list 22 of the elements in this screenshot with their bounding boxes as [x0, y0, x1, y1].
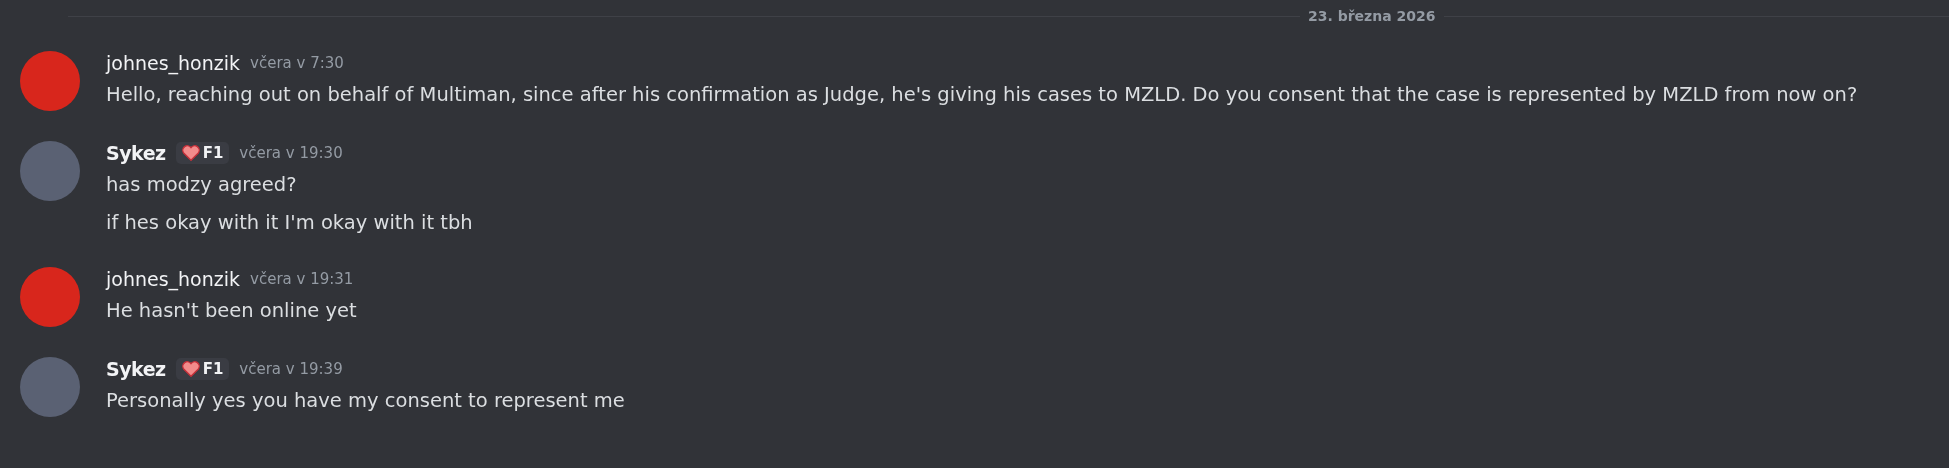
timestamp: včera v 7:30: [250, 54, 344, 72]
message-text: He hasn't been online yet: [106, 298, 358, 324]
guild-tag[interactable]: F1: [175, 142, 230, 164]
date-divider-label: 23. března 2026: [1308, 8, 1436, 24]
timestamp: včera v 19:39: [239, 360, 343, 378]
message-text: has modzy agreed?: [106, 172, 298, 198]
timestamp: včera v 19:31: [250, 270, 354, 288]
avatar[interactable]: [20, 357, 80, 417]
heart-icon: [181, 145, 200, 161]
username[interactable]: Sykez: [106, 142, 166, 164]
message-text: if hes okay with it I'm okay with it tbh: [106, 210, 474, 236]
avatar[interactable]: [20, 51, 80, 111]
username[interactable]: Sykez: [106, 358, 166, 380]
timestamp: včera v 19:30: [239, 144, 343, 162]
guild-tag[interactable]: F1: [175, 358, 230, 380]
message-text: Hello, reaching out on behalf of Multiman, since after his confirmation as Judge, he's giving his cases to MZLD. Do you consent that the case is represented by MZLD from now on?: [106, 82, 1859, 108]
avatar[interactable]: [20, 267, 80, 327]
avatar[interactable]: [20, 141, 80, 201]
username[interactable]: johnes_honzik: [106, 52, 241, 74]
message-text: Personally yes you have my consent to represent me: [106, 388, 626, 414]
username[interactable]: johnes_honzik: [106, 268, 241, 290]
heart-icon: [181, 361, 200, 377]
